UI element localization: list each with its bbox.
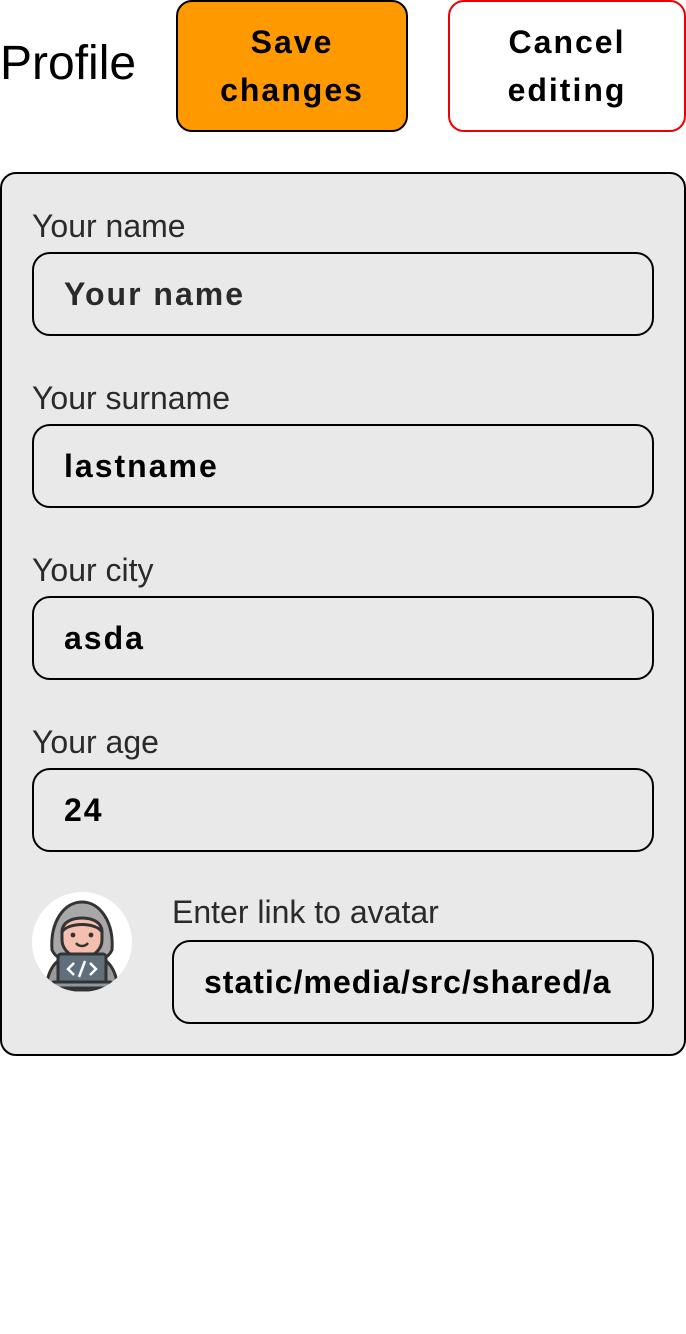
save-button[interactable]: Save changes <box>176 0 408 132</box>
surname-input[interactable] <box>32 424 654 508</box>
age-input[interactable] <box>32 768 654 852</box>
avatar-link-label: Enter link to avatar <box>172 894 439 930</box>
age-label: Your age <box>32 724 159 760</box>
name-label: Your name <box>32 208 186 244</box>
city-label: Your city <box>32 552 154 588</box>
name-input[interactable] <box>32 252 654 336</box>
city-input[interactable] <box>32 596 654 680</box>
hacker-avatar-icon <box>44 900 120 992</box>
avatar-link-input[interactable] <box>172 940 654 1024</box>
cancel-button[interactable]: Cancel editing <box>448 0 686 132</box>
surname-label: Your surname <box>32 380 231 416</box>
avatar <box>32 892 132 992</box>
page-title: Profile <box>0 37 137 90</box>
header-bar: Profile Save changes Cancel editing <box>0 0 686 132</box>
